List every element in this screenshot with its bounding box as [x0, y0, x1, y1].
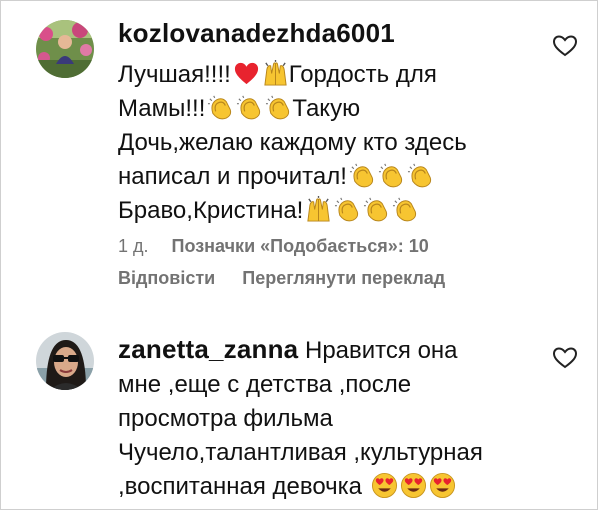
comment-text-line: Лучшая!!!! Гордость для	[118, 58, 538, 92]
comment-text-line: просмотра фильма	[118, 402, 538, 436]
comment-text-line: мне ,еще с детства ,после	[118, 368, 538, 402]
clapping-hands-icon	[405, 163, 434, 190]
comment-text: Лучшая!!!! Гордость для Мамы!!! Такую Дочь,ж…	[118, 58, 538, 228]
comment-text-segment: Гордость для	[288, 61, 437, 88]
comment-time: 1 д.	[118, 236, 149, 256]
praising-hands-icon	[303, 196, 332, 224]
comment-text-segment: Нравится она	[298, 337, 458, 364]
reply-button[interactable]: Відповісти	[118, 268, 215, 288]
comment-text-segment: Лучшая!!!!	[118, 61, 231, 88]
clapping-hands-icon	[347, 163, 376, 190]
comment-text-line: ,воспитанная девочка	[118, 470, 538, 504]
comment-text-line: Браво,Кристина!	[118, 194, 538, 228]
comment-text-line: Дочь,желаю каждому кто здесь	[118, 126, 538, 160]
comment-text-segment: просмотра фильма	[118, 405, 333, 432]
likes-count-link[interactable]: Позначки «Подобається»: 10	[172, 236, 429, 256]
comment-item: kozlovanadezhda6001 Лучшая!!!! Гордость д…	[0, 8, 600, 300]
clapping-hands-icon	[205, 95, 234, 122]
comment-username[interactable]: zanetta_zanna	[118, 334, 298, 364]
comment-text-line: Чучело,талантливая ,культурная	[118, 436, 538, 470]
comment-text-segment: Такую	[292, 95, 361, 122]
clapping-hands-icon	[234, 95, 263, 122]
comment-text-line: zanetta_zanna Нравится она	[118, 332, 538, 368]
heart-eyes-face-icon	[369, 472, 398, 500]
clapping-hands-icon	[263, 95, 292, 122]
see-translation-button[interactable]: Переглянути переклад	[242, 268, 445, 288]
like-heart-icon[interactable]	[552, 346, 578, 370]
comment-username[interactable]: kozlovanadezhda6001	[118, 18, 395, 49]
clapping-hands-icon	[332, 197, 361, 224]
comment-text-line: написал и прочитал!	[118, 160, 538, 194]
comment-text-segment: мне ,еще с детства ,после	[118, 371, 412, 398]
clapping-hands-icon	[390, 197, 419, 224]
comment-text-segment: Дочь,желаю каждому кто здесь	[118, 129, 467, 156]
avatar[interactable]	[36, 332, 94, 390]
praising-hands-icon	[260, 60, 289, 88]
comment-text-segment: ,воспитанная девочка	[118, 473, 369, 500]
like-heart-icon[interactable]	[552, 34, 578, 58]
red-heart-icon	[231, 61, 260, 88]
heart-eyes-face-icon	[398, 472, 427, 500]
avatar[interactable]	[36, 20, 94, 78]
comment-text-segment: Чучело,талантливая ,культурная	[118, 439, 483, 466]
comment-actions: Відповісти Переглянути переклад	[118, 268, 467, 289]
comment-item: zanetta_zanna Нравится она мне ,еще с дет…	[0, 320, 600, 510]
comment-text-segment: написал и прочитал!	[118, 163, 347, 190]
heart-eyes-face-icon	[427, 472, 456, 500]
comment-meta: 1 д. Позначки «Подобається»: 10	[118, 236, 451, 257]
clapping-hands-icon	[361, 197, 390, 224]
comment-text-line: Мамы!!! Такую	[118, 92, 538, 126]
comment-text-segment: Браво,Кристина!	[118, 197, 304, 224]
comment-text-segment: Мамы!!!	[118, 95, 206, 122]
clapping-hands-icon	[376, 163, 405, 190]
comment-text: zanetta_zanna Нравится она мне ,еще с дет…	[118, 332, 538, 504]
